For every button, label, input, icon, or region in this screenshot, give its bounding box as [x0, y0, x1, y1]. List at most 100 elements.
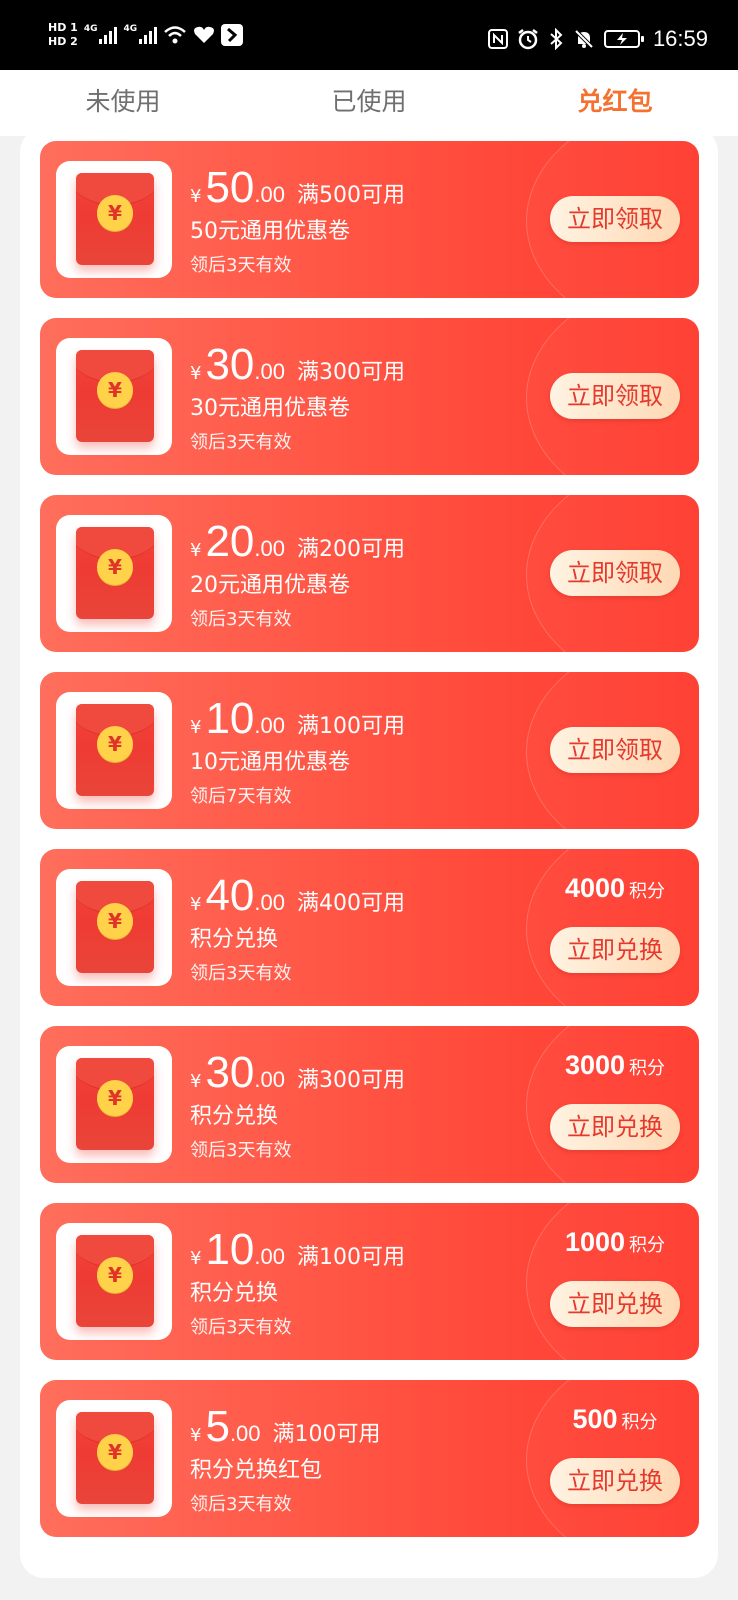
coupon-action-button[interactable]: 立即兑换 — [550, 1458, 680, 1504]
coupon-amount-decimal: .00 — [229, 1421, 261, 1446]
alarm-icon — [518, 29, 538, 50]
coupon-amount-decimal: .00 — [254, 890, 285, 915]
coupon-amount-row: ¥ 30 .00 满300可用 — [190, 1048, 405, 1098]
coupon-validity: 领后3天有效 — [190, 1317, 292, 1338]
coupon-action-button[interactable]: 立即领取 — [550, 196, 680, 242]
coupon-description: 积分兑换 — [190, 1281, 279, 1306]
coupon-amount: 20 — [205, 517, 255, 566]
coupon-condition: 满300可用 — [297, 1068, 405, 1093]
currency-symbol: ¥ — [190, 894, 202, 915]
coupon-amount-decimal: .00 — [254, 182, 285, 207]
red-envelope-icon: ¥ — [76, 1235, 154, 1327]
coupon-condition: 满100可用 — [297, 714, 405, 739]
currency-symbol: ¥ — [190, 1071, 202, 1092]
coupon-condition: 满400可用 — [297, 891, 405, 916]
coupon-action-button[interactable]: 立即兑换 — [550, 1281, 680, 1327]
red-envelope-icon: ¥ — [76, 173, 154, 265]
coupon-card: ¥ ¥ 10 .00 满100可用 积分兑换 领后3天有效 1000 积分 立即兑… — [40, 1203, 699, 1360]
coupon-action-button[interactable]: 立即兑换 — [550, 927, 680, 973]
tab-redeem-red-packet[interactable]: 兑红包 — [492, 70, 738, 136]
yuan-coin-icon: ¥ — [97, 195, 133, 231]
coupon-points-cost: 1000 积分 — [530, 1227, 699, 1258]
points-unit: 积分 — [629, 1235, 666, 1256]
coupon-description: 10元通用优惠卷 — [190, 750, 350, 775]
yuan-coin-icon: ¥ — [97, 726, 133, 762]
yuan-coin-icon: ¥ — [97, 372, 133, 408]
coupon-action-button[interactable]: 立即兑换 — [550, 1104, 680, 1150]
coupon-description: 积分兑换 — [190, 927, 279, 952]
heart-icon — [194, 26, 215, 43]
coupon-amount-row: ¥ 40 .00 满400可用 — [190, 871, 405, 921]
coupon-condition: 满100可用 — [272, 1422, 381, 1447]
signal-icon-2 — [139, 26, 158, 44]
coupon-amount-decimal: .00 — [254, 713, 285, 738]
coupon-amount-decimal: .00 — [254, 1067, 285, 1092]
points-value: 4000 — [564, 873, 626, 903]
coupon-amount-row: ¥ 30 .00 满300可用 — [190, 340, 405, 390]
points-unit: 积分 — [629, 1058, 666, 1079]
bluetooth-icon — [550, 28, 563, 50]
coupon-amount: 10 — [205, 694, 255, 743]
coupon-validity: 领后3天有效 — [190, 963, 292, 984]
coupon-amount-row: ¥ 50 .00 满500可用 — [190, 163, 405, 213]
coupon-amount-decimal: .00 — [254, 1244, 285, 1269]
currency-symbol: ¥ — [190, 1248, 202, 1269]
coupon-condition: 满500可用 — [297, 183, 405, 208]
coupon-card: ¥ ¥ 50 .00 满500可用 50元通用优惠卷 领后3天有效 立即领取 — [40, 141, 699, 298]
hd-indicators: HD 1 HD 2 — [48, 22, 78, 48]
status-right: 16:59 — [487, 26, 708, 52]
currency-symbol: ¥ — [190, 186, 202, 207]
coupon-card: ¥ ¥ 30 .00 满300可用 30元通用优惠卷 领后3天有效 立即领取 — [40, 318, 699, 475]
red-envelope-icon: ¥ — [76, 527, 154, 619]
coupon-action-button[interactable]: 立即领取 — [550, 727, 680, 773]
tab-used[interactable]: 已使用 — [246, 70, 492, 136]
coupon-description: 30元通用优惠卷 — [190, 396, 350, 421]
coupon-amount: 30 — [205, 340, 255, 389]
coupon-card: ¥ ¥ 40 .00 满400可用 积分兑换 领后3天有效 4000 积分 立即兑… — [40, 849, 699, 1006]
yuan-coin-icon: ¥ — [97, 1080, 133, 1116]
yuan-coin-icon: ¥ — [97, 549, 133, 585]
coupon-thumbnail: ¥ — [56, 1046, 172, 1163]
tab-bar: 未使用 已使用 兑红包 — [0, 70, 738, 136]
wifi-icon — [164, 26, 186, 44]
coupon-amount: 50 — [205, 163, 255, 212]
status-bar: HD 1 HD 2 4G 4G 16:59 — [0, 0, 738, 70]
coupon-action-button[interactable]: 立即领取 — [550, 373, 680, 419]
coupon-description: 积分兑换 — [190, 1104, 279, 1129]
coupon-thumbnail: ¥ — [56, 1400, 172, 1517]
coupon-validity: 领后3天有效 — [190, 1494, 292, 1515]
signal-icon — [99, 26, 118, 44]
coupon-condition: 满300可用 — [297, 360, 405, 385]
coupon-card: ¥ ¥ 10 .00 满100可用 10元通用优惠卷 领后7天有效 立即领取 — [40, 672, 699, 829]
yuan-coin-icon: ¥ — [97, 903, 133, 939]
currency-symbol: ¥ — [190, 1425, 202, 1446]
nfc-icon — [487, 29, 508, 49]
coupon-validity: 领后3天有效 — [190, 432, 292, 453]
coupon-description: 积分兑换红包 — [190, 1458, 323, 1483]
currency-symbol: ¥ — [190, 540, 202, 561]
coupon-action-button[interactable]: 立即领取 — [550, 550, 680, 596]
coupon-validity: 领后7天有效 — [190, 786, 292, 807]
coupon-description: 50元通用优惠卷 — [190, 219, 350, 244]
currency-symbol: ¥ — [190, 363, 202, 384]
tab-unused[interactable]: 未使用 — [0, 70, 246, 136]
coupon-amount: 5 — [205, 1402, 230, 1451]
status-time: 16:59 — [652, 26, 708, 51]
red-envelope-icon: ¥ — [76, 1058, 154, 1150]
coupon-thumbnail: ¥ — [56, 161, 172, 278]
status-left: HD 1 HD 2 4G 4G — [48, 22, 244, 48]
coupon-thumbnail: ¥ — [56, 869, 172, 986]
coupon-amount: 10 — [205, 1225, 255, 1274]
coupon-thumbnail: ¥ — [56, 692, 172, 809]
yuan-coin-icon: ¥ — [97, 1257, 133, 1293]
coupon-amount-row: ¥ 10 .00 满100可用 — [190, 694, 405, 744]
points-unit: 积分 — [629, 881, 666, 902]
points-unit: 积分 — [621, 1412, 658, 1433]
points-value: 500 — [572, 1404, 618, 1434]
red-envelope-icon: ¥ — [76, 881, 154, 973]
coupon-card: ¥ ¥ 5 .00 满100可用 积分兑换红包 领后3天有效 500 积分 立即兑… — [40, 1380, 699, 1537]
red-envelope-icon: ¥ — [76, 350, 154, 442]
points-value: 1000 — [564, 1227, 626, 1257]
coupon-description: 20元通用优惠卷 — [190, 573, 350, 598]
network-type-1: 4G — [83, 24, 98, 34]
